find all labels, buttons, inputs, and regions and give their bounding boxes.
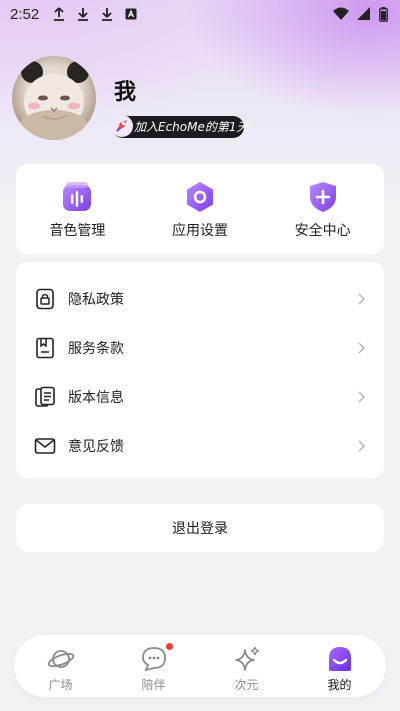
nav-tab-plaza[interactable]: 广场 — [14, 635, 107, 697]
username: 我 — [114, 80, 137, 105]
upload-icon — [54, 7, 65, 21]
bottom-navigation: 广场 陪伴 次元 我的 — [14, 635, 386, 697]
quick-action-security-center[interactable]: 安全中心 — [261, 164, 384, 254]
quick-action-label: 安全中心 — [294, 223, 351, 239]
documents-icon — [35, 386, 55, 407]
join-days-badge: 加入EchoMe的第1天 — [111, 115, 249, 138]
chat-bubble-icon — [141, 647, 166, 672]
mail-icon — [34, 437, 56, 454]
bookmark-document-icon — [36, 337, 54, 358]
signal-icon — [357, 7, 370, 20]
chevron-right-icon — [358, 439, 366, 452]
planet-icon — [47, 650, 74, 668]
battery-icon — [379, 6, 388, 22]
logout-button[interactable]: 退出登录 — [16, 504, 384, 552]
status-bar: 2:52 — [0, 0, 400, 28]
nav-label: 我的 — [327, 678, 352, 692]
download-icon — [78, 8, 89, 21]
menu-item-label: 意见反馈 — [68, 438, 124, 455]
join-days-text: 加入EchoMe的第1天 — [134, 120, 249, 134]
menu-item-label: 服务条款 — [68, 340, 124, 357]
menu-item-label: 隐私政策 — [68, 291, 124, 308]
nav-label: 次元 — [234, 678, 259, 692]
nav-tab-dimension[interactable]: 次元 — [200, 635, 293, 697]
menu-item-label: 版本信息 — [68, 389, 124, 406]
quick-actions-card: 音色管理 应用设置 安全中心 — [16, 164, 384, 254]
menu-item-feedback[interactable]: 意见反馈 — [16, 421, 384, 470]
quick-action-app-settings[interactable]: 应用设置 — [139, 164, 262, 254]
wifi-icon — [333, 7, 349, 20]
chevron-right-icon — [358, 292, 366, 305]
sparkle-icon — [234, 646, 259, 671]
app-icon — [125, 8, 137, 20]
cat-avatar-image — [20, 61, 89, 140]
notification-dot — [165, 643, 173, 650]
chevron-right-icon — [358, 341, 366, 354]
lock-icon — [36, 288, 54, 309]
logout-label: 退出登录 — [172, 521, 228, 537]
quick-action-label: 应用设置 — [172, 223, 228, 239]
nav-tab-mine[interactable]: 我的 — [293, 635, 386, 697]
shield-plus-icon — [309, 182, 336, 212]
nav-label: 陪伴 — [141, 678, 166, 692]
menu-item-privacy-policy[interactable]: 隐私政策 — [16, 274, 384, 323]
settings-hexagon-icon — [187, 182, 213, 212]
status-time: 2:52 — [10, 5, 40, 23]
menu-item-terms-of-service[interactable]: 服务条款 — [16, 323, 384, 372]
menu-item-version-info[interactable]: 版本信息 — [16, 372, 384, 421]
settings-menu-card: 隐私政策 服务条款 版本信息 意见反馈 — [16, 262, 384, 478]
quick-action-voice-management[interactable]: 音色管理 — [16, 164, 139, 254]
profile-face-icon — [328, 647, 351, 671]
rocket-badge-icon — [111, 115, 133, 137]
chevron-right-icon — [358, 390, 366, 403]
quick-action-label: 音色管理 — [49, 223, 106, 239]
profile-header: 我 加入EchoMe的第1天 — [12, 56, 392, 146]
voice-wave-icon — [63, 182, 92, 211]
avatar[interactable] — [12, 56, 96, 140]
download-icon — [102, 8, 113, 21]
nav-label: 广场 — [48, 678, 73, 692]
nav-tab-companion[interactable]: 陪伴 — [107, 635, 200, 697]
